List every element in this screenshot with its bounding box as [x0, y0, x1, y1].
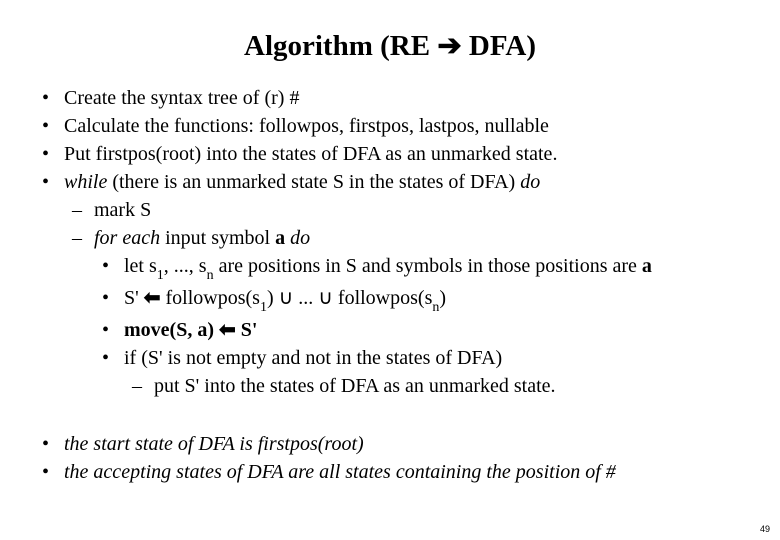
accepting-states-text: the accepting states of DFA are all stat…	[64, 461, 616, 483]
t1-mid: , ..., s	[164, 255, 207, 277]
move-assign: move(S, a) ⬅ S'	[102, 317, 742, 343]
symbol-a: a	[275, 227, 285, 249]
t2-pre: S'	[124, 287, 144, 309]
move-fn: move(S, a)	[124, 319, 219, 341]
arrow-left-icon-2: ⬅	[219, 319, 236, 341]
for-mid: input symbol	[160, 227, 275, 249]
title-post: DFA)	[462, 30, 536, 62]
sub-list-2: let s1, ..., sn are positions in S and s…	[102, 253, 742, 399]
title-pre: Algorithm (RE	[244, 30, 437, 62]
accepting-states: the accepting states of DFA are all stat…	[42, 459, 742, 485]
if-cond: if (S' is not empty and not in the state…	[102, 345, 742, 399]
bullet-2: Calculate the functions: followpos, firs…	[42, 113, 742, 139]
start-state-text: the start state of DFA is firstpos(root)	[64, 433, 364, 455]
for-do: do	[285, 227, 310, 249]
t2-mid: followpos(s	[161, 287, 260, 309]
t1-pre: let s	[124, 255, 157, 277]
t1-a: a	[642, 255, 652, 277]
mark-s: mark S	[72, 197, 742, 223]
bullet-3: Put firstpos(root) into the states of DF…	[42, 141, 742, 167]
while-kw: while	[64, 171, 107, 193]
sub-1: 1	[157, 268, 164, 283]
mark-s-text: mark S	[94, 199, 151, 221]
main-list: Create the syntax tree of (r) # Calculat…	[42, 85, 742, 399]
bullet-1-text: Create the syntax tree of (r) #	[64, 87, 299, 109]
slide: Algorithm (RE ➔ DFA) Create the syntax t…	[0, 0, 780, 540]
sub-n: n	[207, 268, 214, 283]
arrow-right-icon: ➔	[437, 30, 461, 62]
do-kw: do	[520, 171, 540, 193]
if-text: if (S' is not empty and not in the state…	[124, 347, 502, 369]
union-icon: ∪	[279, 287, 294, 309]
t2-s1: 1	[260, 300, 267, 315]
s-prime-assign: S' ⬅ followpos(s1) ∪ ... ∪ followpos(sn)	[102, 285, 742, 315]
bullet-4: while (there is an unmarked state S in t…	[42, 169, 742, 399]
t2-sn: n	[432, 300, 439, 315]
union-icon-2: ∪	[318, 287, 333, 309]
t2-end: followpos(s	[333, 287, 432, 309]
put-sprime-text: put S' into the states of DFA as an unma…	[154, 375, 556, 397]
slide-title: Algorithm (RE ➔ DFA)	[38, 28, 742, 63]
let-positions: let s1, ..., sn are positions in S and s…	[102, 253, 742, 283]
page-number: 49	[760, 524, 770, 534]
sub-list-3: put S' into the states of DFA as an unma…	[132, 373, 742, 399]
put-sprime: put S' into the states of DFA as an unma…	[132, 373, 742, 399]
t2-dots: ...	[293, 287, 318, 309]
bullet-3-text: Put firstpos(root) into the states of DF…	[64, 143, 557, 165]
for-each: for each input symbol a do let s1, ..., …	[72, 225, 742, 399]
bullet-1: Create the syntax tree of (r) #	[42, 85, 742, 111]
spacer	[38, 401, 742, 431]
t1-post: are positions in S and symbols in those …	[214, 255, 642, 277]
t2-close: )	[439, 287, 446, 309]
bullet-2-text: Calculate the functions: followpos, firs…	[64, 115, 549, 137]
move-sprime: S'	[236, 319, 258, 341]
bottom-list: the start state of DFA is firstpos(root)…	[42, 431, 742, 485]
arrow-left-icon: ⬅	[144, 287, 161, 309]
while-cond: (there is an unmarked state S in the sta…	[107, 171, 520, 193]
for-kw: for each	[94, 227, 160, 249]
sub-list-1: mark S for each input symbol a do let s1…	[72, 197, 742, 399]
t2-cup-pre: )	[267, 287, 279, 309]
start-state: the start state of DFA is firstpos(root)	[42, 431, 742, 457]
